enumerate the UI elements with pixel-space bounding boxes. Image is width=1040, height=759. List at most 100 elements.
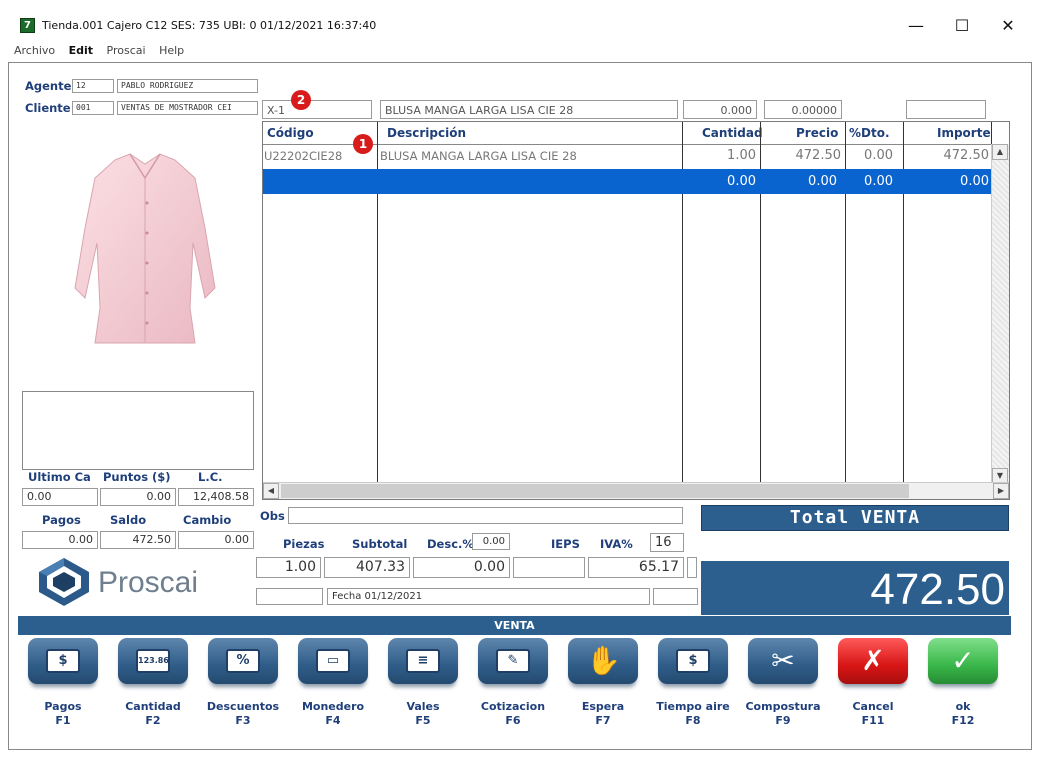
button-face[interactable]: ▭	[298, 638, 368, 684]
tiempo-aire-button[interactable]: $	[658, 638, 728, 693]
price-input[interactable]: 0.00000	[764, 100, 842, 119]
piezas-label: Piezas	[283, 537, 325, 551]
button-label-text: Compostura	[745, 700, 821, 713]
button-label-text: Tiempo aire	[656, 700, 730, 713]
button-label[interactable]: Descuentos F3	[198, 700, 288, 728]
cell-cantidad: 0.00	[727, 174, 756, 189]
button-face[interactable]: ✗	[838, 638, 908, 684]
button-label[interactable]: ok F12	[918, 700, 1008, 728]
button-label-text: ok	[955, 700, 971, 713]
button-key-text: F6	[505, 714, 521, 727]
cliente-name-field[interactable]: VENTAS DE MOSTRADOR CEI	[117, 101, 258, 115]
puntos-value: 0.00	[100, 488, 176, 506]
proscai-logo-icon	[35, 556, 93, 608]
compostura-button[interactable]: ✂	[748, 638, 818, 693]
button-face[interactable]: $	[658, 638, 728, 684]
pagos-value: 0.00	[22, 531, 98, 549]
keypad-icon: 123.86	[136, 649, 170, 673]
agente-label: Agente	[25, 79, 72, 93]
cancel-button[interactable]: ✗	[838, 638, 908, 693]
cotizacion-button[interactable]: ✎	[478, 638, 548, 693]
ultimo-label: Ultimo Ca	[28, 470, 91, 484]
voucher-icon: ≡	[406, 649, 440, 673]
menu-edit[interactable]: Edit	[69, 44, 93, 57]
button-label[interactable]: Compostura F9	[738, 700, 828, 728]
hand-icon: ✋	[586, 644, 621, 677]
vales-button[interactable]: ≡	[388, 638, 458, 693]
maximize-button[interactable]: ☐	[939, 12, 985, 40]
button-face[interactable]: ✋	[568, 638, 638, 684]
button-label[interactable]: Monedero F4	[288, 700, 378, 728]
espera-button[interactable]: ✋	[568, 638, 638, 693]
code-input[interactable]: X-1	[262, 100, 372, 119]
close-button[interactable]: ✕	[985, 12, 1031, 40]
menu-help[interactable]: Help	[159, 44, 184, 57]
ieps-label: IEPS	[551, 537, 580, 551]
button-label[interactable]: Espera F7	[558, 700, 648, 728]
agente-name-field[interactable]: PABLO RODRIGUEZ	[117, 79, 258, 93]
col-header-descripcion[interactable]: Descripción	[387, 122, 466, 144]
cantidad-button[interactable]: 123.86	[118, 638, 188, 693]
button-label[interactable]: Vales F5	[378, 700, 468, 728]
step-badge-1: 1	[353, 134, 373, 154]
piezas-value: 1.00	[256, 557, 321, 578]
button-label-text: Cancel	[852, 700, 894, 713]
monedero-button[interactable]: ▭	[298, 638, 368, 693]
cell-codigo: U22202CIE28	[264, 149, 343, 163]
col-header-importe[interactable]: Importe	[937, 122, 991, 144]
agente-code-field[interactable]: 12	[72, 79, 114, 93]
button-label[interactable]: Cotizacion F6	[468, 700, 558, 728]
button-face[interactable]: $	[28, 638, 98, 684]
minimize-button[interactable]: —	[893, 12, 939, 40]
iva-pct-field[interactable]: 16	[650, 533, 684, 552]
step-badge-2: 2	[291, 90, 311, 110]
lc-value: 12,408.58	[178, 488, 254, 506]
button-key-text: F7	[595, 714, 611, 727]
button-label[interactable]: Cantidad F2	[108, 700, 198, 728]
table-row-selected[interactable]: 0.00 0.00 0.00 0.00	[263, 169, 991, 194]
col-header-cantidad[interactable]: Cantidad	[702, 122, 763, 144]
pagos-button[interactable]: $	[28, 638, 98, 693]
horizontal-scrollbar[interactable]: ◀ ▶	[263, 482, 1009, 499]
ok-icon: ✓	[951, 644, 975, 677]
button-face[interactable]: 123.86	[118, 638, 188, 684]
button-face[interactable]: ✂	[748, 638, 818, 684]
cliente-code-field[interactable]: 001	[72, 101, 114, 115]
button-face[interactable]: ✎	[478, 638, 548, 684]
iva-value: 65.17	[588, 557, 684, 578]
cell-descripcion: BLUSA MANGA LARGA LISA CIE 28	[380, 149, 577, 163]
pagos-label: Pagos	[42, 513, 81, 527]
cell-precio: 0.00	[808, 174, 837, 189]
subtotal-label: Subtotal	[352, 537, 408, 551]
col-header-precio[interactable]: Precio	[796, 122, 838, 144]
aux-field-2	[653, 588, 698, 605]
vertical-scrollbar[interactable]: ▲ ▼	[991, 144, 1009, 484]
ultimo-value: 0.00	[22, 488, 98, 506]
button-key-text: F4	[325, 714, 341, 727]
scroll-thumb[interactable]	[281, 484, 909, 498]
desc-pct-field[interactable]: 0.00	[472, 533, 510, 550]
scroll-left-icon[interactable]: ◀	[263, 483, 279, 499]
qty-input[interactable]: 0.000	[683, 100, 757, 119]
scroll-up-icon[interactable]: ▲	[992, 144, 1008, 160]
obs-input[interactable]	[288, 507, 683, 524]
menu-proscai[interactable]: Proscai	[107, 44, 146, 57]
button-face[interactable]: %	[208, 638, 278, 684]
col-header-codigo[interactable]: Código	[267, 122, 314, 144]
button-label[interactable]: Cancel F11	[828, 700, 918, 728]
menu-archivo[interactable]: Archivo	[14, 44, 55, 57]
descuentos-button[interactable]: %	[208, 638, 278, 693]
button-label[interactable]: Pagos F1	[18, 700, 108, 728]
cell-cantidad: 1.00	[727, 148, 756, 163]
ok-button[interactable]: ✓	[928, 638, 998, 693]
scroll-right-icon[interactable]: ▶	[993, 483, 1009, 499]
quote-icon: ✎	[496, 649, 530, 673]
extra-input[interactable]	[906, 100, 986, 119]
col-header-dto[interactable]: %Dto.	[849, 122, 890, 144]
button-face[interactable]: ≡	[388, 638, 458, 684]
description-input[interactable]: BLUSA MANGA LARGA LISA CIE 28	[380, 100, 678, 119]
button-label[interactable]: Tiempo aire F8	[648, 700, 738, 728]
button-face[interactable]: ✓	[928, 638, 998, 684]
payment-icon: $	[46, 649, 80, 673]
app-icon: 7	[20, 18, 35, 33]
